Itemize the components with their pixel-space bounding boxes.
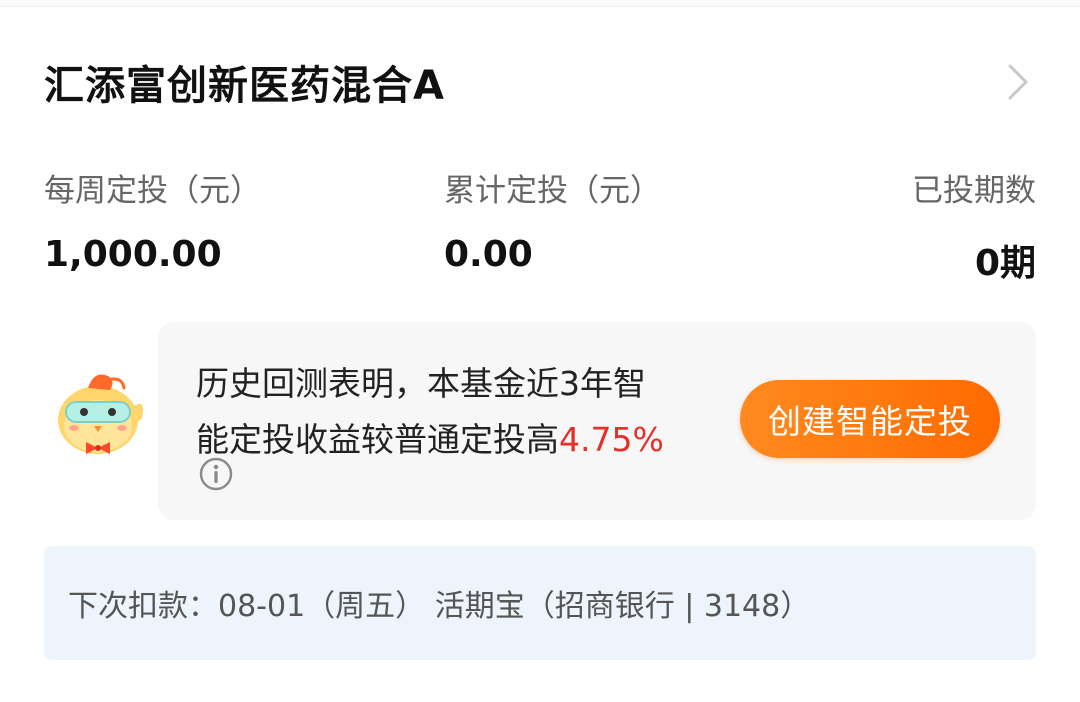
fund-header[interactable]: 汇添富创新医药混合A — [44, 54, 1036, 110]
fund-name: 汇添富创新医药混合A — [44, 63, 445, 109]
next-deduction-bar: 下次扣款：08-01（周五） 活期宝（招商银行 | 3148） — [44, 546, 1036, 660]
stat-weekly: 每周定投（元） 1,000.00 — [44, 165, 261, 275]
backtest-text-line2: 能定投收益较普通定投高4.75% — [196, 412, 736, 468]
periods-value: 0期 — [974, 243, 1036, 284]
create-smart-investment-button[interactable]: 创建智能定投 — [740, 380, 1000, 458]
weekly-amount-label: 每周定投（元） — [44, 173, 261, 209]
backtest-description: 历史回测表明，本基金近3年智 能定投收益较普通定投高4.75% — [196, 356, 736, 468]
stats-row: 每周定投（元） 1,000.00 累计定投（元） 0.00 已投期数 0期 — [44, 165, 1036, 285]
total-amount-value: 0.00 — [444, 234, 533, 275]
backtest-text-line1: 历史回测表明，本基金近3年智 — [196, 364, 646, 403]
next-deduction-text: 下次扣款：08-01（周五） 活期宝（招商银行 | 3148） — [68, 589, 811, 624]
chevron-right-icon[interactable] — [1000, 58, 1036, 106]
top-divider — [0, 0, 1080, 7]
stat-total: 累计定投（元） 0.00 — [444, 165, 661, 275]
return-difference-value: 4.75% — [559, 420, 664, 459]
info-icon[interactable] — [198, 456, 234, 492]
periods-label: 已投期数 — [912, 173, 1036, 209]
mascot-chick-icon — [50, 362, 150, 462]
smart-investment-card: 历史回测表明，本基金近3年智 能定投收益较普通定投高4.75% 创建智能定投 — [158, 322, 1036, 520]
weekly-amount-value: 1,000.00 — [44, 234, 222, 275]
total-amount-label: 累计定投（元） — [444, 173, 661, 209]
backtest-text-line2-prefix: 能定投收益较普通定投高 — [196, 420, 559, 459]
stat-periods: 已投期数 0期 — [912, 165, 1036, 286]
